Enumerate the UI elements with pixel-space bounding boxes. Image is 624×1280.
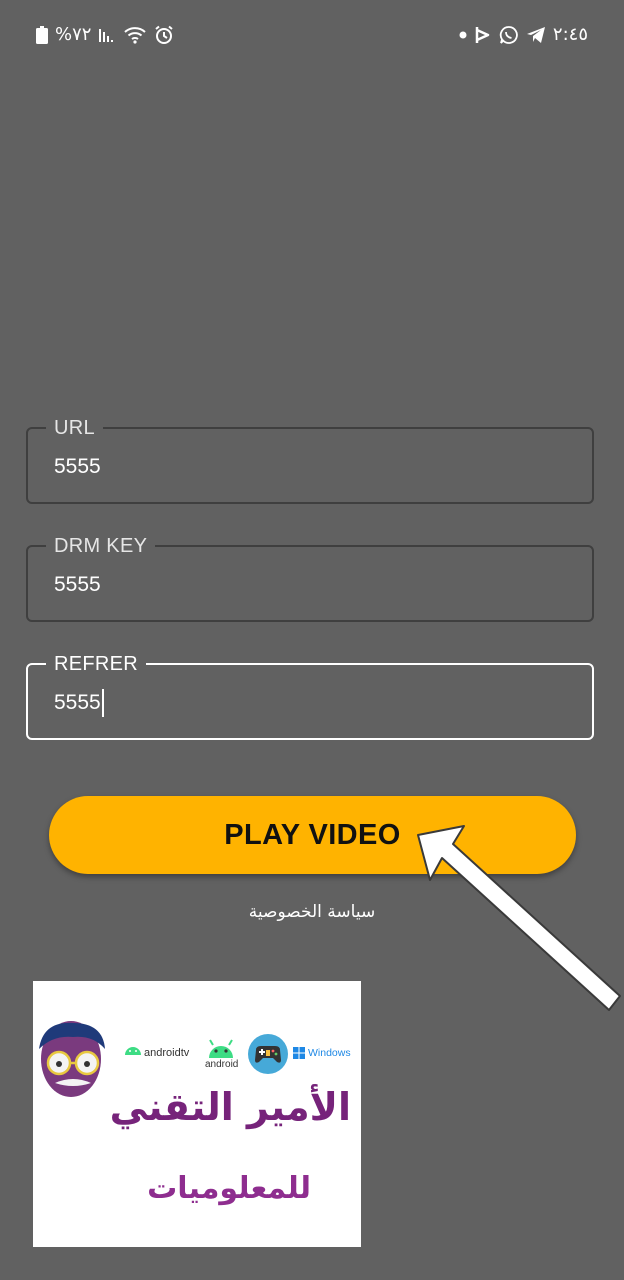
status-bar-right: ٢:٤٥: [459, 25, 588, 45]
privacy-policy-link[interactable]: سياسة الخصوصية: [0, 902, 624, 922]
drm-key-field[interactable]: DRM KEY 5555: [26, 533, 594, 622]
referrer-field-label: REFRER: [46, 651, 147, 677]
alarm-icon: [154, 25, 174, 45]
wifi-icon: [123, 26, 147, 44]
status-bar-left: %٧٢: [36, 25, 174, 45]
battery-percentage: %٧٢: [55, 24, 92, 45]
android-icon: [209, 1039, 233, 1058]
referrer-field[interactable]: REFRER 5555: [26, 651, 594, 740]
android-tag: android: [205, 1059, 239, 1070]
signal-icon: [98, 26, 116, 44]
nfc-icon: [474, 25, 492, 45]
referrer-input-wrapper[interactable]: 5555: [54, 689, 104, 717]
url-field[interactable]: URL 5555: [26, 415, 594, 504]
logo-title: الأمير التقني: [109, 1085, 351, 1129]
clock-time: ٢:٤٥: [552, 24, 588, 45]
drm-key-input[interactable]: 5555: [54, 571, 101, 599]
logo-subtitle: للمعلوميات: [147, 1171, 311, 1206]
brand-logo-image: androidtv android Windows الأمير التقني …: [33, 981, 361, 1247]
text-cursor: [101, 689, 104, 717]
dot-icon: [459, 31, 467, 39]
drm-key-field-label: DRM KEY: [46, 533, 156, 559]
windows-icon: [293, 1047, 305, 1059]
url-field-label: URL: [46, 415, 103, 441]
gamepad-icon: [248, 1034, 288, 1074]
status-bar: %٧٢ ٢:٤٥: [36, 18, 588, 52]
telegram-icon: [526, 26, 546, 44]
avatar-face-icon: [39, 1021, 105, 1097]
androidtv-tag: androidtv: [144, 1047, 190, 1059]
battery-icon: [36, 26, 48, 44]
windows-tag: Windows: [308, 1047, 351, 1059]
url-input[interactable]: 5555: [54, 453, 101, 481]
referrer-input[interactable]: 5555: [54, 691, 101, 714]
whatsapp-icon: [499, 25, 519, 45]
android-tv-icon: [125, 1047, 141, 1055]
